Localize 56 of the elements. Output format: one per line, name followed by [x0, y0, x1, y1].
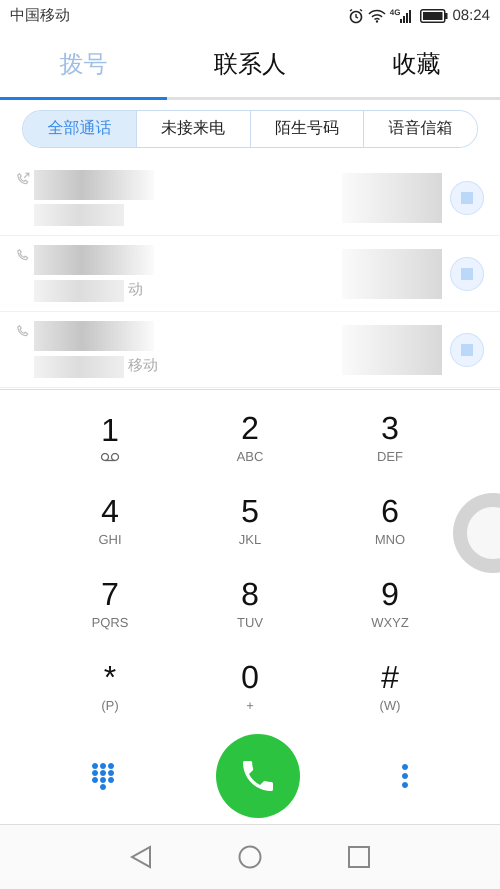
key-digit: 4 [101, 495, 119, 527]
dial-key[interactable]: # (W) [348, 645, 432, 728]
key-letters: DEF [377, 450, 403, 463]
key-digit: 8 [241, 578, 259, 610]
more-icon[interactable] [401, 763, 410, 789]
key-digit: * [104, 661, 116, 693]
dial-key[interactable]: 9 WXYZ [348, 562, 432, 645]
key-digit: 7 [101, 578, 119, 610]
recents-icon[interactable] [348, 846, 370, 868]
home-icon[interactable] [238, 845, 262, 869]
key-digit: # [381, 661, 399, 693]
dialpad-icon[interactable] [90, 762, 115, 790]
outgoing-call-icon [16, 172, 30, 186]
phone-icon [16, 324, 30, 338]
back-icon[interactable] [130, 845, 152, 869]
key-digit: 2 [241, 412, 259, 444]
tab[interactable]: 联系人 [166, 32, 334, 100]
battery-icon [420, 9, 448, 23]
key-digit: 1 [101, 414, 119, 446]
key-letters: MNO [374, 533, 406, 546]
key-digit: 6 [381, 495, 399, 527]
key-digit: 9 [381, 578, 399, 610]
tab[interactable]: 收藏 [333, 32, 500, 100]
key-digit: 3 [381, 412, 399, 444]
dial-key[interactable]: 5 JKL [208, 479, 292, 562]
dial-key[interactable]: 7 PQRS [68, 562, 152, 645]
dial-key[interactable]: 0 + [208, 645, 292, 728]
key-letters: JKL [238, 533, 262, 546]
location-text: 移动 [128, 356, 158, 376]
key-letters: GHI [98, 533, 122, 546]
dial-key[interactable]: 3 DEF [348, 396, 432, 479]
dial-key[interactable]: 2 ABC [208, 396, 292, 479]
dial-key[interactable]: * (P) [68, 645, 152, 728]
key-letters: + [246, 699, 254, 712]
carrier-text: 中国移动 [10, 6, 70, 26]
signal-icon [400, 9, 412, 23]
key-digit: 5 [241, 495, 259, 527]
filter-tab[interactable]: 语音信箱 [363, 111, 477, 147]
alarm-icon [348, 8, 364, 24]
network-text: 4G [390, 7, 400, 19]
dial-key[interactable]: 8 TUV [208, 562, 292, 645]
location-text: 动 [128, 280, 143, 300]
phone-icon [16, 248, 30, 262]
voicemail-icon [100, 452, 120, 462]
key-letters: (W) [380, 699, 400, 712]
dial-key[interactable]: 1 [68, 396, 152, 479]
dial-key[interactable]: 4 GHI [68, 479, 152, 562]
key-letters: WXYZ [371, 616, 409, 629]
dial-key[interactable]: 6 MNO [348, 479, 432, 562]
key-letters: (P) [101, 699, 119, 712]
key-letters: TUV [237, 616, 263, 629]
clock-text: 08:24 [452, 6, 490, 26]
key-letters: PQRS [92, 616, 128, 629]
key-digit: 0 [241, 661, 259, 693]
key-letters: ABC [236, 450, 264, 463]
wifi-icon [368, 9, 386, 23]
